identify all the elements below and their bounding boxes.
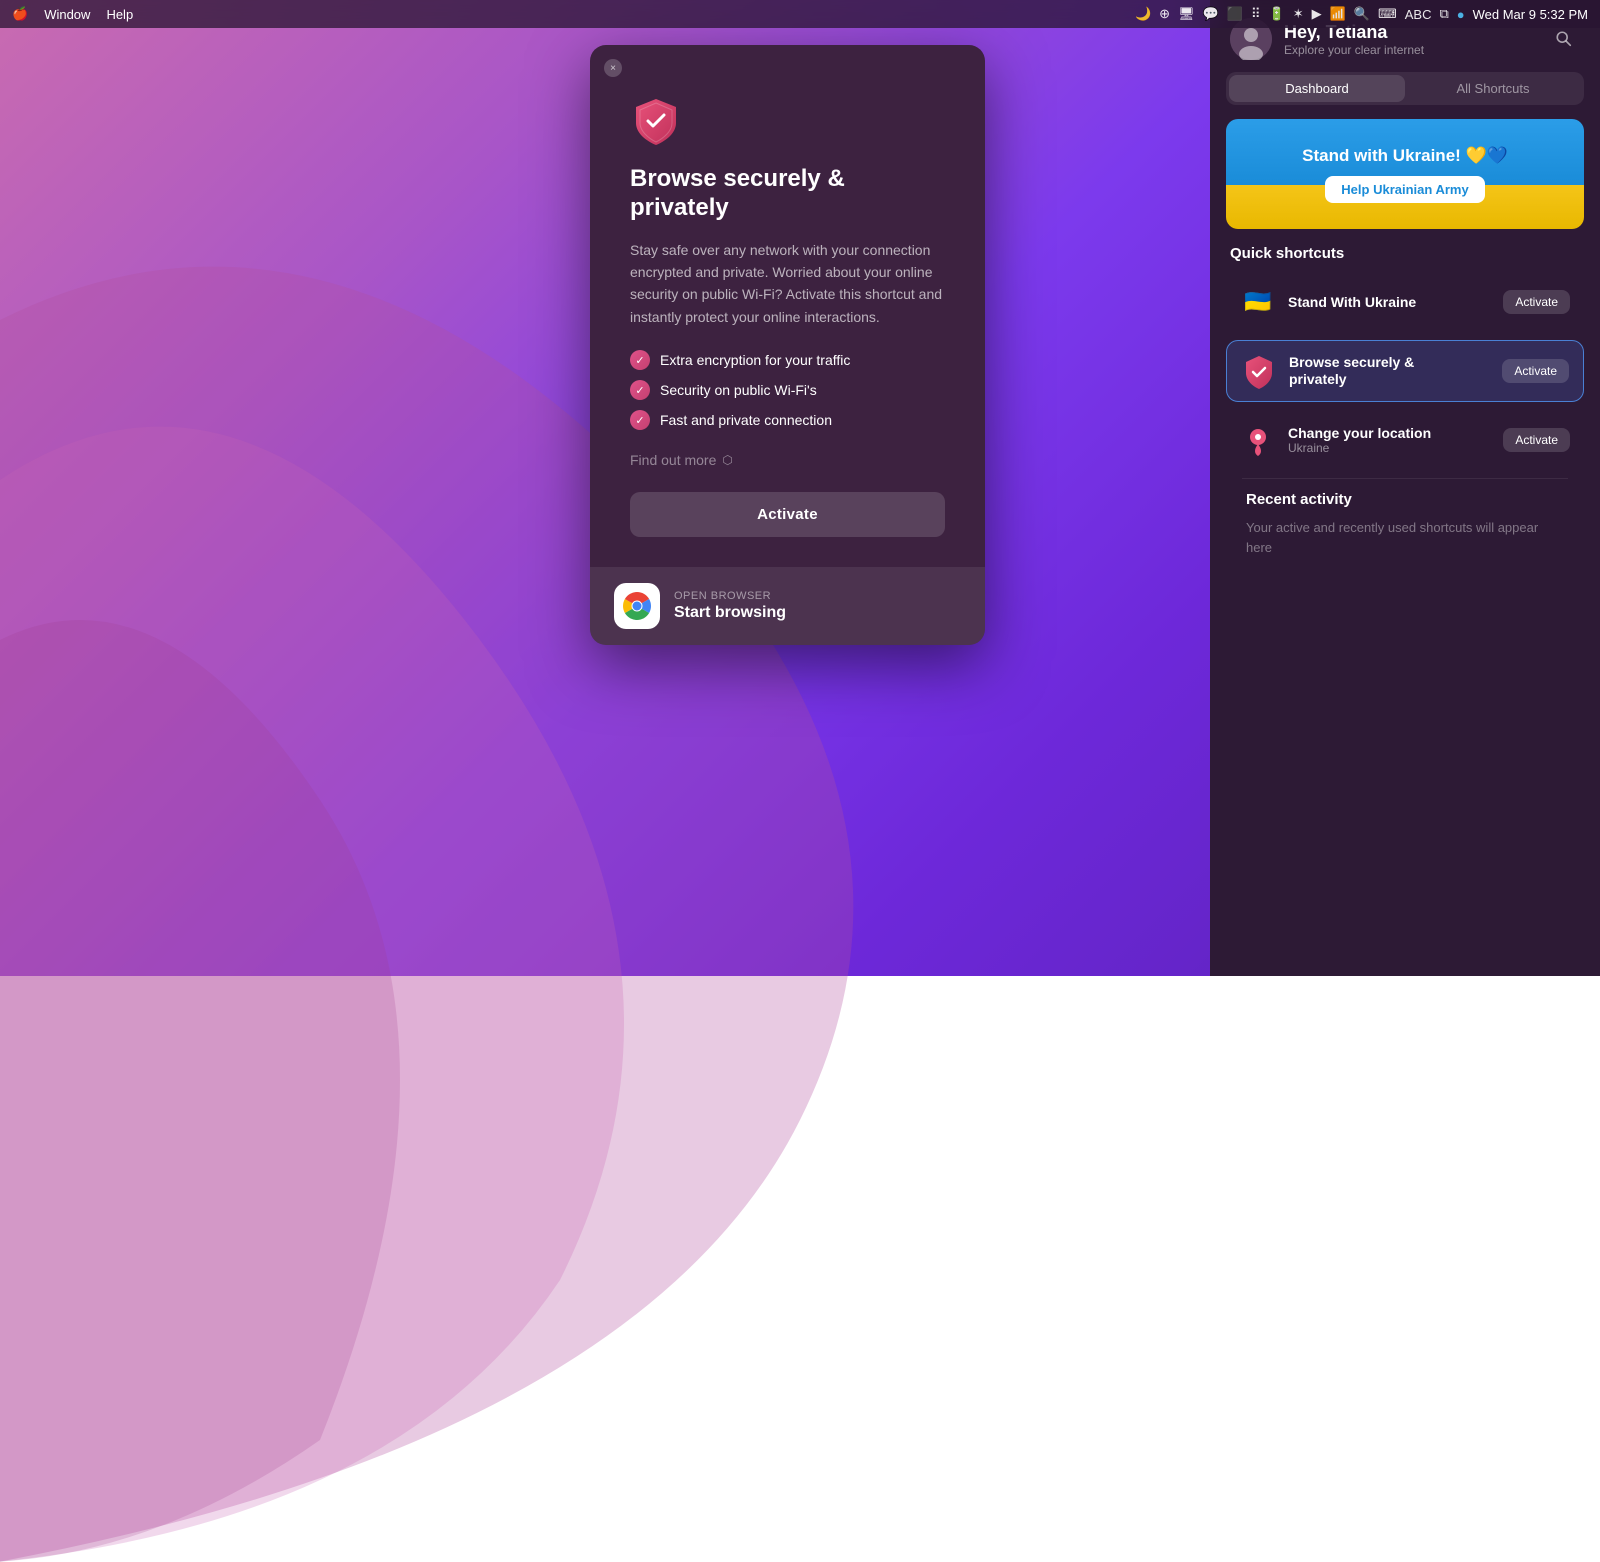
vpn-icon: ● [1457,7,1465,22]
tab-all-shortcuts[interactable]: All Shortcuts [1405,75,1581,102]
quick-shortcuts-label: Quick shortcuts [1210,245,1600,272]
grid-icon: ⠿ [1251,6,1261,22]
shortcut-detail-location: Ukraine [1288,441,1491,455]
panel-tabs: Dashboard All Shortcuts [1226,72,1584,105]
shortcut-item-location[interactable]: Change your location Ukraine Activate [1226,410,1584,470]
screenshot-icon: ⬛ [1227,6,1243,22]
feature-item-2: ✓ Security on public Wi-Fi's [630,380,945,400]
activate-ukraine-button[interactable]: Activate [1503,290,1570,314]
keyboard-icon: ⌨ [1378,6,1397,22]
recent-activity-empty: Your active and recently used shortcuts … [1226,518,1584,557]
menubar-right: 🌙 ⊕ 🖥 💬 ⬛ ⠿ 🔋 ✶ ▶ 📶 🔍 ⌨ ABC ⧉ ● Wed Mar … [1135,6,1588,22]
play-icon: ▶ [1312,6,1322,22]
mirror-icon: ⧉ [1439,6,1448,22]
shortcut-name-location: Change your location [1288,425,1491,442]
feature-label-1: Extra encryption for your traffic [660,352,850,368]
vpn-modal: × Browse securely & privately Stay safe … [590,45,985,645]
modal-body: Browse securely & privately Stay safe ov… [590,45,985,567]
find-more-link[interactable]: Find out more ⬡ [630,452,945,468]
shortcut-name-ukraine: Stand With Ukraine [1288,294,1491,311]
recent-activity-label: Recent activity [1226,491,1584,518]
check-icon-3: ✓ [630,410,650,430]
open-browser-section[interactable]: OPEN BROWSER Start browsing [590,567,985,645]
shortcut-text-ukraine: Stand With Ukraine [1288,294,1491,311]
find-more-label: Find out more [630,452,716,468]
menubar: 🍎 Window Help 🌙 ⊕ 🖥 💬 ⬛ ⠿ 🔋 ✶ ▶ 📶 🔍 ⌨ AB… [0,0,1600,28]
search-icon [1555,30,1573,48]
text-icon: ABC [1405,7,1432,22]
menu-help[interactable]: Help [106,7,133,22]
wifi-icon: 📶 [1330,6,1346,22]
ukraine-help-button[interactable]: Help Ukrainian Army [1325,176,1484,203]
modal-description: Stay safe over any network with your con… [630,239,945,329]
battery-icon: 🔋 [1269,6,1285,22]
shortcut-text-browse: Browse securely &privately [1289,354,1490,388]
close-icon: × [610,63,616,74]
shortcut-name-browse: Browse securely &privately [1289,354,1490,388]
menubar-left: 🍎 Window Help [12,6,133,22]
feature-label-2: Security on public Wi-Fi's [660,382,817,398]
open-browser-text: OPEN BROWSER Start browsing [674,590,786,622]
menubar-datetime: Wed Mar 9 5:32 PM [1473,7,1588,22]
panel-subtitle: Explore your clear internet [1284,43,1536,57]
modal-title: Browse securely & privately [630,165,945,223]
shortcut-item-ukraine[interactable]: 🇺🇦 Stand With Ukraine Activate [1226,272,1584,332]
ukraine-banner: Stand with Ukraine! 💛💙 Help Ukrainian Ar… [1226,119,1584,229]
divider [1242,478,1568,479]
bluetooth-icon: ✶ [1293,6,1304,22]
browse-shield-icon [1241,353,1277,389]
location-pin-icon [1240,422,1276,458]
open-browser-title: Start browsing [674,604,786,622]
chrome-icon [622,591,652,621]
check-icon-2: ✓ [630,380,650,400]
feature-list: ✓ Extra encryption for your traffic ✓ Se… [630,350,945,430]
activate-location-button[interactable]: Activate [1503,428,1570,452]
ukraine-flag-icon: 🇺🇦 [1240,284,1276,320]
cast-icon: ⊕ [1159,6,1170,22]
right-panel: Hey, Tetiana Explore your clear internet… [1210,0,1600,976]
feature-label-3: Fast and private connection [660,412,832,428]
shield-icon [630,95,682,147]
activate-browse-button[interactable]: Activate [1502,359,1569,383]
shortcut-list: 🇺🇦 Stand With Ukraine Activate [1210,272,1600,976]
moon-icon: 🌙 [1135,6,1151,22]
arrow-icon: ⬡ [722,453,732,467]
close-button[interactable]: × [604,59,622,77]
menu-window[interactable]: Window [44,7,90,22]
tab-dashboard[interactable]: Dashboard [1229,75,1405,102]
check-icon-1: ✓ [630,350,650,370]
apple-icon: 🍎 [12,6,28,22]
search-icon: 🔍 [1354,6,1370,22]
modal-activate-button[interactable]: Activate [630,492,945,537]
feature-item-3: ✓ Fast and private connection [630,410,945,430]
open-browser-label: OPEN BROWSER [674,590,786,602]
shortcut-item-browse[interactable]: Browse securely &privately Activate [1226,340,1584,402]
speech-icon: 💬 [1203,6,1219,22]
display-icon: 🖥 [1178,6,1195,22]
chrome-icon-wrapper [614,583,660,629]
ukraine-banner-title: Stand with Ukraine! 💛💙 [1302,146,1508,166]
shortcut-text-location: Change your location Ukraine [1288,425,1491,456]
feature-item-1: ✓ Extra encryption for your traffic [630,350,945,370]
